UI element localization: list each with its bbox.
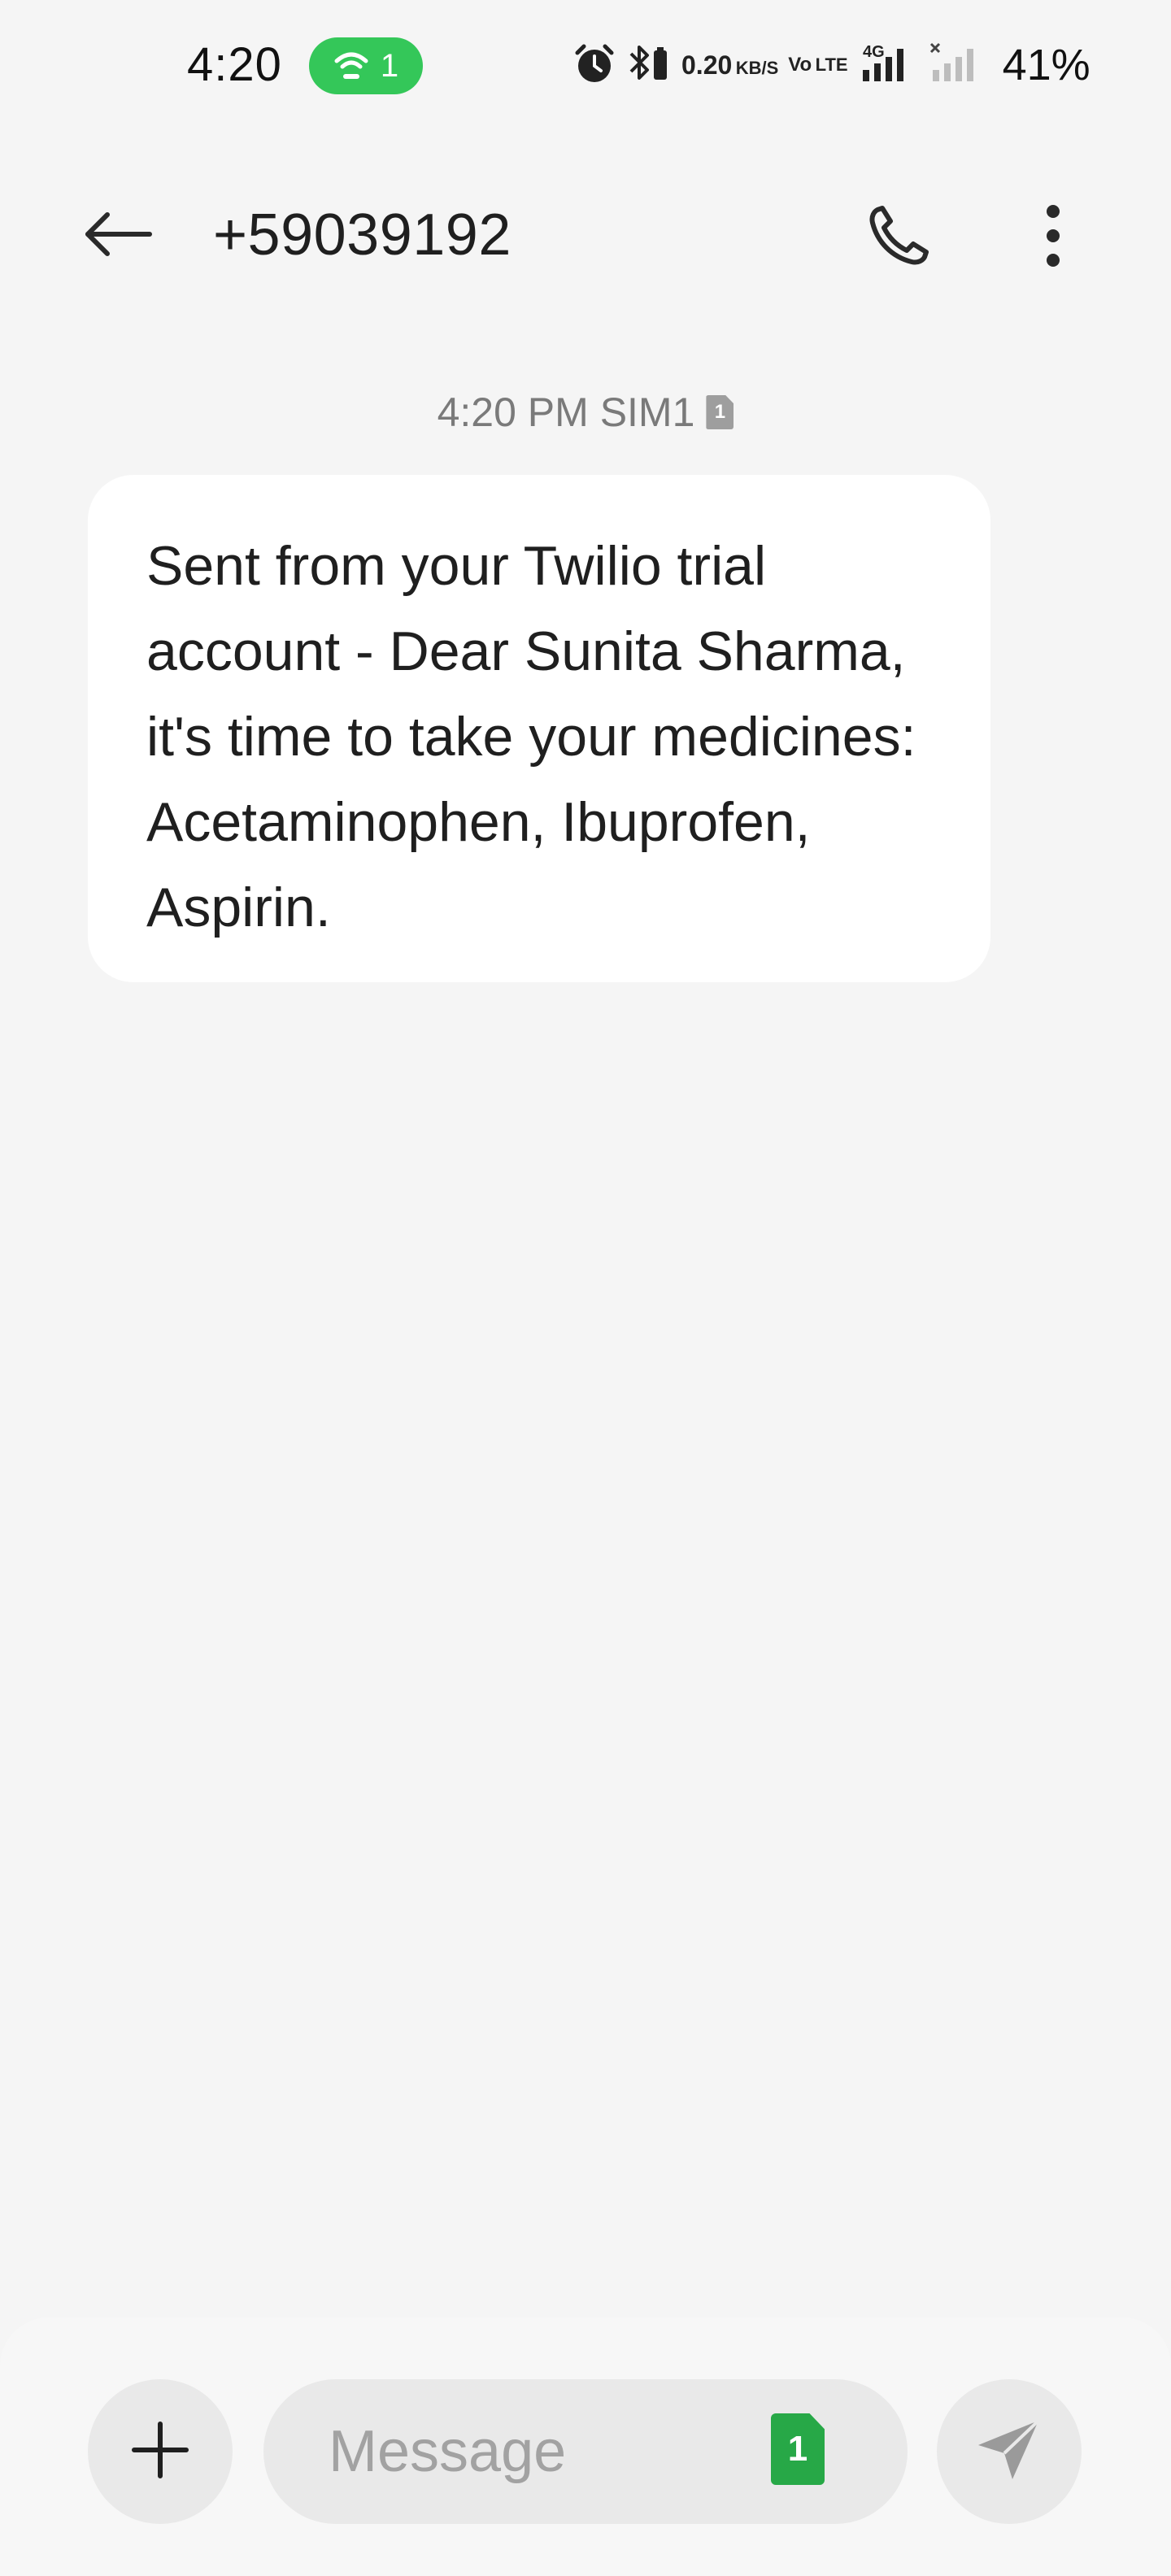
signal-icon: 4G bbox=[858, 41, 918, 90]
message-input[interactable] bbox=[329, 2418, 751, 2485]
back-button[interactable] bbox=[73, 203, 163, 268]
send-button[interactable] bbox=[937, 2379, 1082, 2524]
plus-icon bbox=[131, 2421, 189, 2483]
sim-select-button[interactable]: 1 bbox=[771, 2413, 825, 2485]
call-button[interactable] bbox=[854, 197, 943, 278]
status-time: 4:20 bbox=[187, 38, 282, 91]
message-field[interactable]: 1 bbox=[263, 2379, 908, 2524]
battery-level: 41% bbox=[1002, 41, 1090, 89]
signal-sim2-icon bbox=[928, 41, 985, 90]
page-title: +59039192 bbox=[213, 202, 511, 268]
message-timestamp: 4:20 PM SIM1 1 bbox=[0, 389, 1171, 436]
timestamp-text: 4:20 PM SIM1 bbox=[437, 389, 695, 435]
alarm-icon bbox=[572, 41, 616, 89]
attach-button[interactable] bbox=[88, 2379, 233, 2524]
more-vertical-icon bbox=[1045, 203, 1061, 272]
hotspot-icon bbox=[333, 50, 369, 82]
volte-indicator: Vo LTE bbox=[788, 54, 848, 76]
sim-badge-icon: 1 bbox=[706, 395, 734, 429]
phone-icon bbox=[866, 203, 931, 272]
conversation-header: +59039192 bbox=[0, 179, 1171, 293]
message-text: Sent from your Twilio trial account - De… bbox=[146, 535, 916, 938]
message-composer: 1 bbox=[0, 2317, 1171, 2576]
more-options-button[interactable] bbox=[1016, 197, 1090, 278]
hotspot-count: 1 bbox=[380, 47, 399, 84]
hotspot-indicator[interactable]: 1 bbox=[309, 37, 423, 94]
send-icon bbox=[975, 2416, 1043, 2488]
status-icons: 0.20 KB/S Vo LTE 4G 41% bbox=[572, 33, 1090, 98]
network-speed: 0.20 KB/S bbox=[681, 50, 779, 80]
network-type-label: 4G bbox=[863, 43, 885, 61]
bluetooth-battery-icon bbox=[626, 41, 672, 90]
arrow-left-icon bbox=[81, 210, 155, 263]
message-bubble[interactable]: Sent from your Twilio trial account - De… bbox=[88, 475, 990, 982]
status-bar: 4:20 1 0.20 KB/S Vo LTE 4G 41% bbox=[0, 0, 1171, 134]
